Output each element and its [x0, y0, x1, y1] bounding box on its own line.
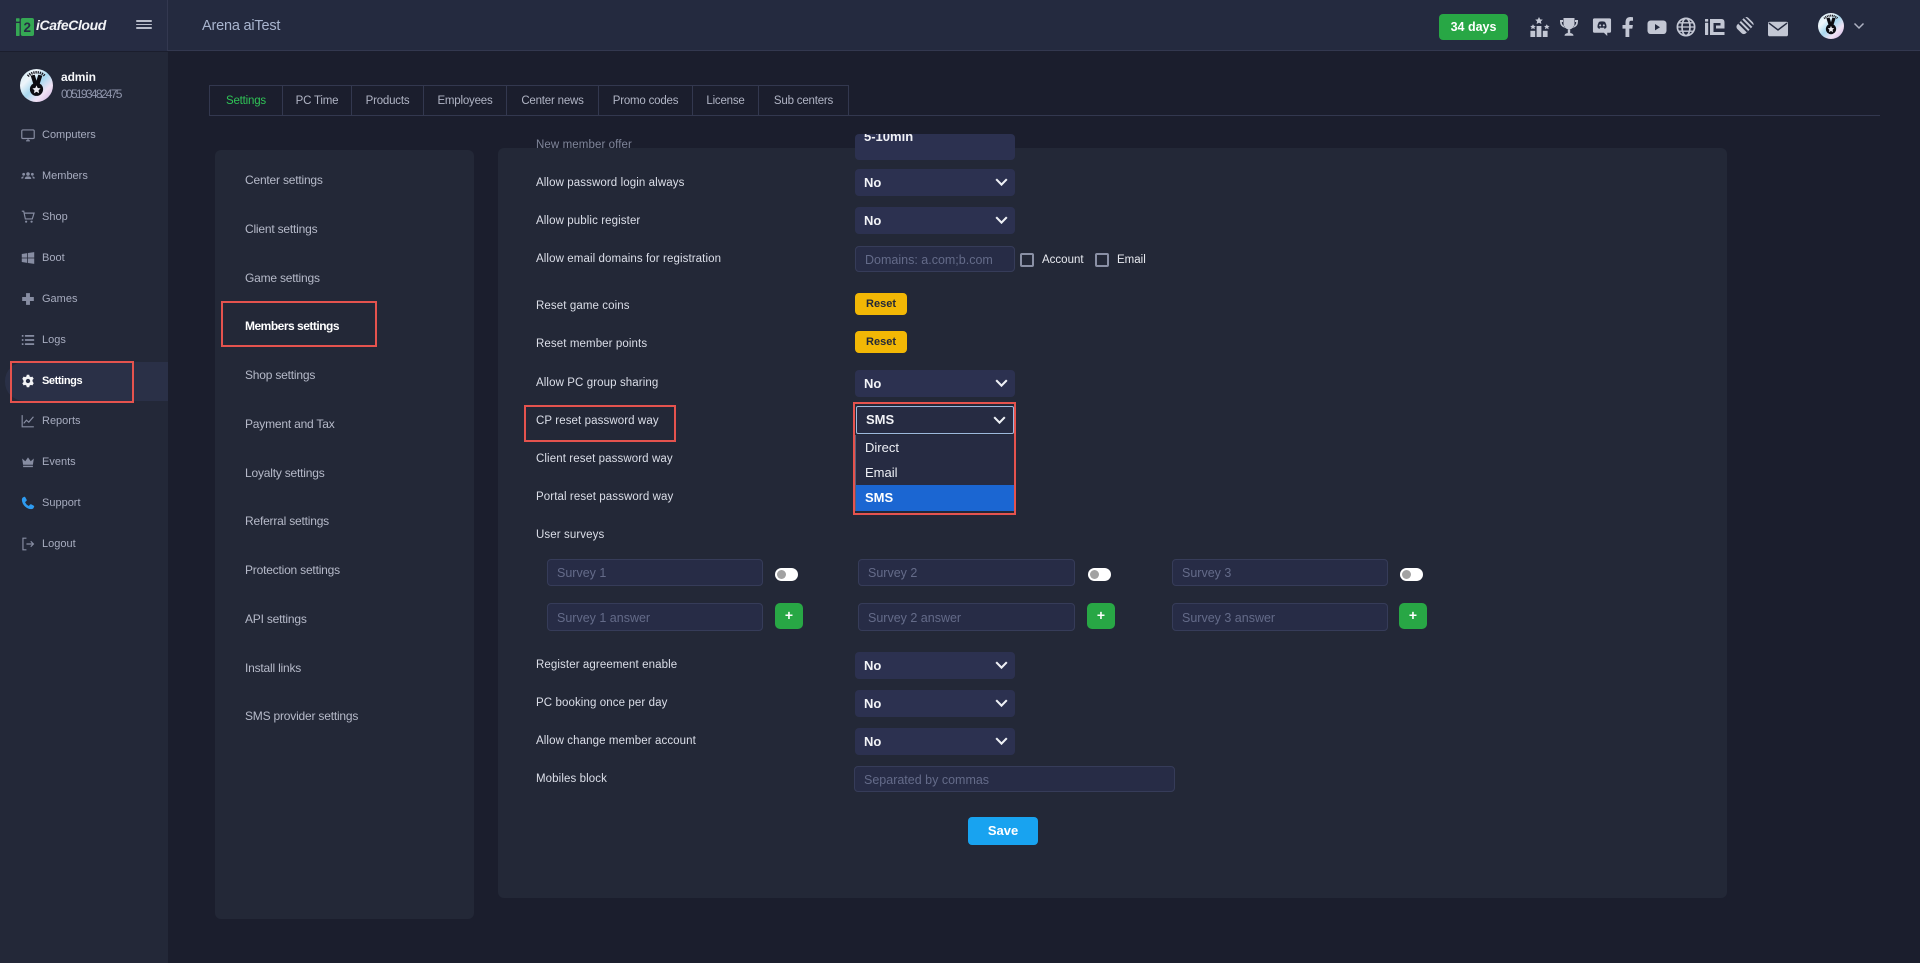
svg-text:2: 2	[24, 20, 32, 35]
